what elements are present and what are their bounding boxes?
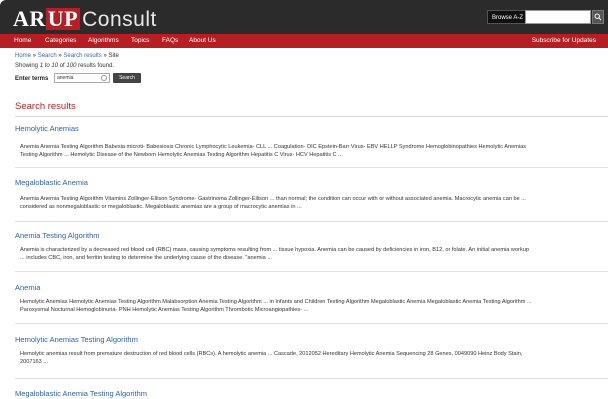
divider	[15, 271, 608, 272]
main-nav: Home Categories Algorithms Topics FAQs A…	[0, 34, 608, 48]
nav-subscribe[interactable]: Subscribe for Updates	[532, 34, 596, 48]
result-title[interactable]: Megaloblastic Anemia Testing Algorithm	[15, 389, 605, 398]
results-heading: Search results	[15, 101, 76, 112]
site-header: ARUP Consult Browse A-Z	[0, 0, 608, 34]
divider	[15, 378, 608, 379]
result-item: Megaloblastic Anemia Testing Algorithm	[15, 389, 605, 398]
result-snippet-line: 2007163 ...	[20, 359, 48, 365]
divider	[15, 116, 608, 117]
logo-prefix: AR	[13, 6, 46, 31]
breadcrumb-search[interactable]: Search	[38, 53, 57, 59]
header-search-input[interactable]	[525, 10, 591, 24]
divider	[15, 221, 608, 222]
result-snippet-line: Testing Algorithm ... Hemolytic Disease …	[20, 152, 343, 158]
arup-consult-logo[interactable]: ARUP Consult	[13, 6, 157, 32]
breadcrumb-separator: »	[32, 53, 37, 59]
result-item: Anemia Hemolytic Anemias Hemolytic Anemi…	[15, 283, 608, 324]
result-item: Megaloblastic Anemia Anemia Anemia Testi…	[15, 178, 608, 222]
breadcrumb-separator: »	[103, 53, 107, 59]
logo-suffix: Consult	[82, 8, 157, 31]
clear-icon[interactable]	[101, 75, 107, 81]
result-snippet-line: ... includes CBC, iron, and ferritin tes…	[20, 255, 272, 261]
nav-topics[interactable]: Topics	[131, 34, 149, 48]
result-snippet-line: Paroxysmal Nocturnal Hemoglobinuria- PNH…	[20, 307, 309, 313]
breadcrumb-results[interactable]: Search results	[63, 53, 101, 59]
terms-label: Enter terms	[15, 76, 49, 82]
results-count-range: 1 to 10	[39, 63, 59, 69]
result-item: Hemolytic Anemias Anemia Anemia Testing …	[15, 124, 608, 168]
results-count: Showing 1 to 10 of 100 results found.	[15, 63, 114, 69]
breadcrumb: Home » Search » Search results » Site	[15, 53, 119, 59]
result-title[interactable]: Megaloblastic Anemia	[15, 178, 605, 187]
result-snippet-line: Anemia Anemia Testing Algorithm Vitamins…	[20, 196, 526, 202]
results-count-prefix: Showing	[15, 63, 40, 69]
result-snippet-line: Anemia Anemia Testing Algorithm Babesia …	[20, 144, 527, 150]
search-button[interactable]: Search	[113, 73, 141, 83]
nav-categories[interactable]: Categories	[45, 34, 76, 48]
nav-algorithms[interactable]: Algorithms	[88, 34, 119, 48]
breadcrumb-current: Site	[108, 53, 119, 59]
result-title[interactable]: Hemolytic Anemias	[15, 124, 605, 133]
result-snippet-line: Hemolytic anemias result from premature …	[20, 351, 523, 357]
result-snippet-line: Hemolytic Anemias Hemolytic Anemias Test…	[20, 299, 532, 305]
breadcrumb-separator: »	[58, 53, 62, 59]
logo-up: UP	[45, 6, 81, 31]
nav-faqs[interactable]: FAQs	[162, 34, 178, 48]
divider	[15, 167, 608, 168]
divider	[15, 323, 608, 324]
results-count-total: 100	[66, 63, 77, 69]
nav-home[interactable]: Home	[14, 34, 31, 48]
browse-az-button[interactable]: Browse A-Z	[487, 10, 529, 24]
result-title[interactable]: Hemolytic Anemias Testing Algorithm	[15, 335, 605, 344]
result-item: Anemia Testing Algorithm Anemia is chara…	[15, 231, 608, 272]
header-search-button[interactable]	[592, 10, 604, 24]
result-title[interactable]: Anemia Testing Algorithm	[15, 231, 605, 240]
result-snippet-line: considered as nonmegaloblastic or megalo…	[20, 204, 302, 210]
breadcrumb-home[interactable]: Home	[15, 53, 31, 59]
magnifier-icon	[594, 13, 602, 21]
results-count-suffix: results found.	[76, 63, 115, 69]
result-item: Hemolytic Anemias Testing Algorithm Hemo…	[15, 335, 608, 379]
result-snippet-line: Anemia is characterized by a decreased r…	[20, 247, 529, 253]
result-title[interactable]: Anemia	[15, 283, 605, 292]
nav-about-us[interactable]: About Us	[189, 34, 216, 48]
